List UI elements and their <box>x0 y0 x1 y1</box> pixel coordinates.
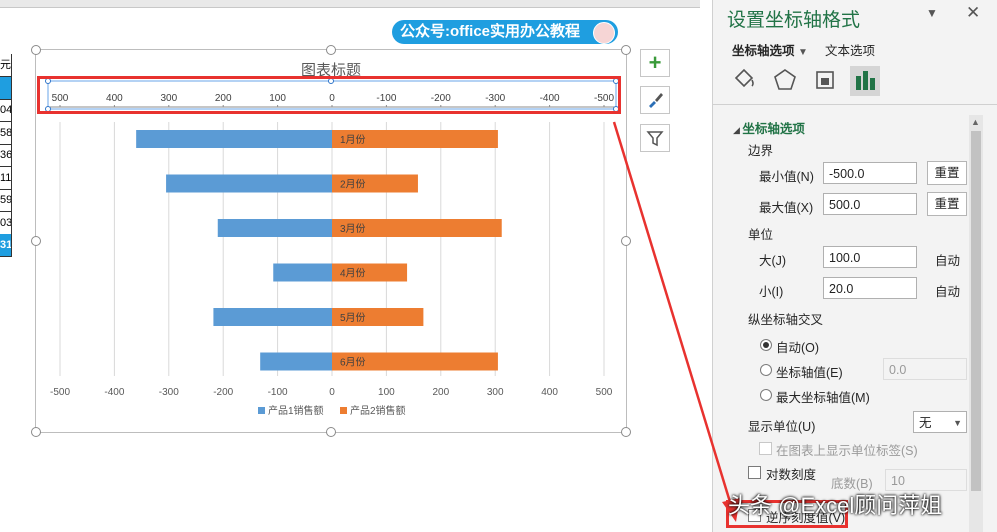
bar-chart-icon <box>856 71 875 90</box>
size-properties-icon[interactable] <box>811 66 839 94</box>
bottom-axis-tick-label: 100 <box>378 387 395 398</box>
max-value-input[interactable]: 500.0 <box>823 193 917 215</box>
annotation-arrow <box>612 121 740 522</box>
legend-swatch-product1 <box>258 407 265 414</box>
minor-auto-label: 自动 <box>935 285 961 299</box>
major-label: 大(J) <box>759 254 787 268</box>
tab-axis-options[interactable]: 坐标轴选项 ▼ <box>732 40 808 59</box>
bar-product1 <box>136 130 332 148</box>
column-header-strip[interactable] <box>0 0 700 8</box>
bar-product1 <box>213 308 332 326</box>
pane-scrollbar[interactable]: ▲ <box>969 115 983 532</box>
resize-handle-bl[interactable] <box>31 427 41 437</box>
min-value-input[interactable]: -500.0 <box>823 162 917 184</box>
pane-title: 设置坐标轴格式 <box>727 10 861 31</box>
radio-auto-label: 自动(O) <box>776 341 820 355</box>
max-label: 最大值(X) <box>759 201 814 215</box>
badge-text: 公众号:office实用办公教程 <box>400 23 581 40</box>
category-label: 3月份 <box>340 223 366 235</box>
bottom-axis-tick-label: 0 <box>329 387 335 398</box>
tab-axis-options-label: 坐标轴选项 <box>732 44 795 58</box>
bottom-axis-tick-label: 200 <box>432 387 449 398</box>
radio-max-axis[interactable] <box>760 389 772 401</box>
sheet-cell[interactable]: 11 <box>0 166 12 190</box>
resize-handle-ml[interactable] <box>31 236 41 246</box>
fill-line-icon[interactable] <box>730 66 758 94</box>
bottom-axis-tick-label: -300 <box>159 387 179 398</box>
bottom-axis-tick-label: 300 <box>487 387 504 398</box>
brush-icon <box>649 93 663 108</box>
avatar-icon <box>593 22 615 44</box>
radio-axis-value[interactable] <box>760 364 772 376</box>
plus-icon: + <box>648 50 662 75</box>
resize-handle-tr[interactable] <box>621 45 631 55</box>
bottom-axis-tick-label: 400 <box>541 387 558 398</box>
sheet-cell[interactable]: 31 <box>0 234 12 257</box>
scroll-up-icon[interactable]: ▲ <box>971 117 980 127</box>
minor-unit-input[interactable]: 20.0 <box>823 277 917 299</box>
sheet-cell[interactable]: 04 <box>0 99 12 122</box>
chart-elements-button[interactable]: + <box>640 49 670 77</box>
sheet-cell[interactable]: 58 <box>0 121 12 145</box>
display-units-select[interactable]: 无 ▼ <box>913 411 967 433</box>
radio-axis-value-label: 坐标轴值(E) <box>776 366 843 380</box>
tab-text-options[interactable]: 文本选项 <box>825 40 875 59</box>
max-reset-button[interactable]: 重置 <box>927 192 967 216</box>
bar-product1 <box>273 263 332 282</box>
sheet-cell[interactable]: 36 <box>0 144 12 167</box>
sheet-cell[interactable]: 03 <box>0 211 12 235</box>
resize-handle-bc[interactable] <box>326 427 336 437</box>
log-scale-label: 对数刻度 <box>766 468 817 482</box>
min-label: 最小值(N) <box>759 170 814 184</box>
pane-divider <box>713 104 997 105</box>
watermark-badge: 公众号:office实用办公教程 <box>392 20 618 44</box>
resize-handle-tc[interactable] <box>326 45 336 55</box>
watermark-text: 头条 @Excel顾问萍姐 <box>728 493 943 518</box>
bar-product1 <box>166 174 332 193</box>
show-units-label: 在图表上显示单位标签(S) <box>776 444 918 458</box>
radio-auto[interactable] <box>760 339 772 351</box>
effects-icon[interactable] <box>771 66 799 94</box>
chevron-down-icon: ▼ <box>953 418 962 428</box>
chevron-down-icon: ▼ <box>798 47 808 58</box>
legend-swatch-product2 <box>340 407 347 414</box>
category-label: 5月份 <box>340 312 366 324</box>
bar-product1 <box>217 219 332 237</box>
sheet-cell[interactable] <box>0 76 12 100</box>
min-reset-button[interactable]: 重置 <box>927 161 967 185</box>
scrollbar-thumb[interactable] <box>971 131 981 491</box>
category-label: 2月份 <box>340 179 366 191</box>
bottom-axis-tick-label: -100 <box>268 387 288 398</box>
radio-max-axis-label: 最大坐标轴值(M) <box>776 391 870 405</box>
resize-handle-tl[interactable] <box>31 45 41 55</box>
legend-label-product1: 产品1销售额 <box>268 404 324 417</box>
bottom-axis-tick-label: -400 <box>104 387 124 398</box>
close-icon[interactable]: ✕ <box>966 3 980 23</box>
display-units-value: 无 <box>919 416 932 430</box>
category-label: 4月份 <box>340 268 366 280</box>
highlight-top-axis <box>37 76 621 114</box>
show-units-checkbox[interactable] <box>759 442 772 455</box>
category-label: 6月份 <box>340 357 366 369</box>
bar-product1 <box>260 352 332 371</box>
major-unit-input[interactable]: 100.0 <box>823 246 917 268</box>
major-auto-label: 自动 <box>935 254 961 268</box>
axis-options-icon[interactable] <box>850 66 880 96</box>
category-label: 1月份 <box>340 134 366 146</box>
legend-label-product2: 产品2销售额 <box>350 404 406 417</box>
axis-value-input[interactable]: 0.0 <box>883 358 967 380</box>
bottom-axis-tick-label: -200 <box>213 387 233 398</box>
sheet-cell[interactable]: 59 <box>0 189 12 212</box>
minor-label: 小(I) <box>759 285 784 299</box>
pane-options-dropdown-icon[interactable]: ▼ <box>926 6 938 20</box>
sheet-cell[interactable]: 元 <box>0 54 12 77</box>
bottom-axis-tick-label: -500 <box>50 387 70 398</box>
